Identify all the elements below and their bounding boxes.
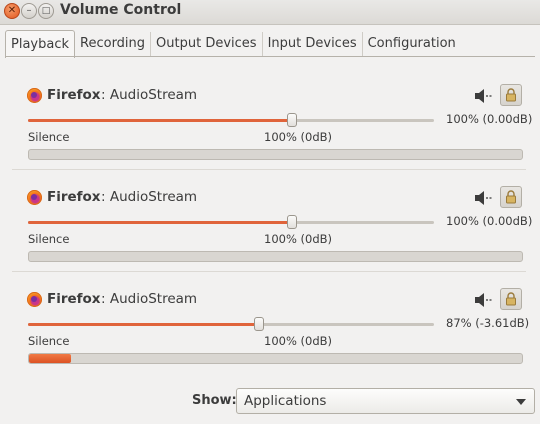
stream-app-name: Firefox: [47, 189, 101, 205]
show-dropdown[interactable]: Applications: [236, 388, 535, 414]
close-icon[interactable]: ✕: [4, 3, 20, 19]
volume-slider-handle[interactable]: [287, 215, 297, 229]
lock-icon: [506, 88, 516, 102]
chevron-down-icon[interactable]: [516, 399, 526, 405]
volume-slider-fill: [28, 221, 292, 224]
stream-name: : AudioStream: [101, 87, 198, 103]
volume-slider-handle[interactable]: [287, 113, 297, 127]
tab-input-devices[interactable]: Input Devices: [263, 32, 363, 56]
volume-slider-handle[interactable]: [254, 317, 264, 331]
stream-entry: Firefox : AudioStream 100% (0.00dB) Sile…: [0, 70, 540, 170]
show-label: Show:: [192, 393, 237, 408]
maximize-icon[interactable]: □: [38, 3, 54, 19]
stream-app-name: Firefox: [47, 87, 101, 103]
peak-level-bar: [28, 149, 523, 160]
stream-entry: Firefox : AudioStream 100% (0.00dB) Sile…: [0, 172, 540, 272]
tab-panel-border: [5, 56, 535, 57]
show-dropdown-value: Applications: [244, 393, 327, 409]
tab-bar: Playback Recording Output Devices Input …: [5, 30, 461, 58]
stream-separator: [12, 169, 526, 170]
volume-value: 100% (0.00dB): [446, 214, 533, 228]
speaker-icon[interactable]: [474, 190, 494, 206]
stream-separator: [12, 271, 526, 272]
hundred-percent-label: 100% (0dB): [264, 334, 333, 348]
firefox-icon: [27, 88, 42, 103]
minimize-icon[interactable]: –: [21, 3, 37, 19]
tab-recording[interactable]: Recording: [75, 32, 152, 56]
silence-label: Silence: [28, 232, 70, 246]
lock-channels-button[interactable]: [500, 186, 522, 208]
peak-level-fill: [29, 354, 71, 363]
peak-level-bar: [28, 251, 523, 262]
volume-value: 100% (0.00dB): [446, 112, 533, 126]
volume-value: 87% (-3.61dB): [446, 316, 530, 330]
peak-level-bar: [28, 353, 523, 364]
stream-name: : AudioStream: [101, 189, 198, 205]
speaker-icon[interactable]: [474, 292, 494, 308]
lock-icon: [506, 292, 516, 306]
stream-name: : AudioStream: [101, 291, 198, 307]
firefox-icon: [27, 190, 42, 205]
volume-slider-fill: [28, 119, 292, 122]
hundred-percent-label: 100% (0dB): [264, 130, 333, 144]
lock-channels-button[interactable]: [500, 288, 522, 310]
stream-app-name: Firefox: [47, 291, 101, 307]
silence-label: Silence: [28, 334, 70, 348]
tab-output-devices[interactable]: Output Devices: [151, 32, 263, 56]
stream-entry: Firefox : AudioStream 87% (-3.61dB) Sile…: [0, 274, 540, 374]
lock-icon: [506, 190, 516, 204]
window-title: Volume Control: [60, 2, 182, 18]
tab-playback[interactable]: Playback: [5, 30, 76, 58]
tab-configuration[interactable]: Configuration: [363, 32, 461, 56]
lock-channels-button[interactable]: [500, 84, 522, 106]
volume-slider-fill: [28, 323, 259, 326]
volume-slider[interactable]: [28, 317, 434, 331]
speaker-icon[interactable]: [474, 88, 494, 104]
volume-slider[interactable]: [28, 113, 434, 127]
volume-slider[interactable]: [28, 215, 434, 229]
silence-label: Silence: [28, 130, 70, 144]
title-bar: ✕ – □ Volume Control: [0, 0, 540, 25]
hundred-percent-label: 100% (0dB): [264, 232, 333, 246]
firefox-icon: [27, 292, 42, 307]
